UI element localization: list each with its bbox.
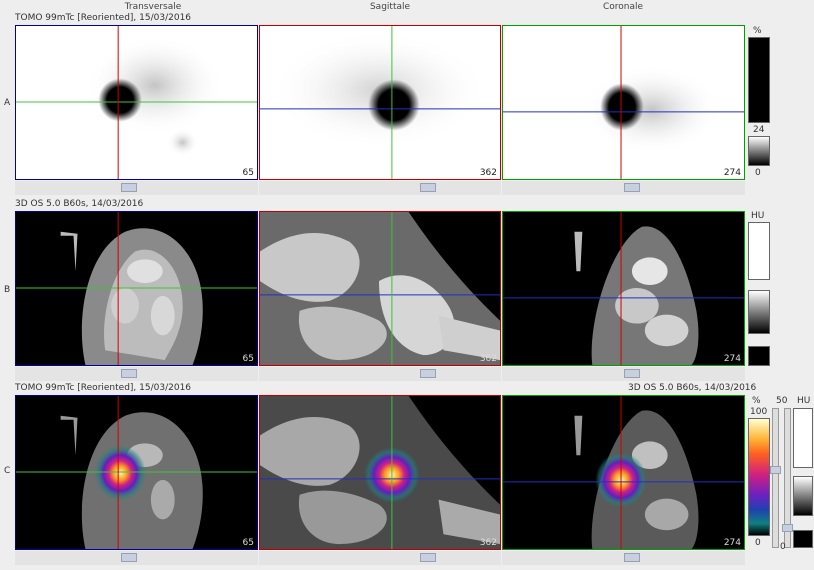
slice-slider-b-sagittale[interactable] [420,369,436,378]
slice-number-c-coronale: 274 [723,538,741,548]
colorbar-c-ct-lower [793,530,813,548]
ct-low-value: 0 [780,542,786,552]
window-slider-track [772,408,779,548]
slice-number-a-coronale: 274 [723,168,741,178]
slice-number-c-transversale: 65 [242,538,254,548]
fusion-sagittale-image [260,396,500,549]
fusion-transversale-image [16,396,257,549]
colorbar-c-low-value: 0 [755,538,761,548]
colorbar-c-top-value: 100 [750,407,768,417]
view-a-sagittale[interactable]: 362 [259,25,501,180]
colorbar-b-lower [748,346,770,366]
window-slider-handle[interactable] [770,466,781,474]
colorbar-a-unit: % [753,26,762,36]
colorbar-b-upper [748,222,770,280]
colorbar-a-low-value: 0 [755,168,761,178]
slider-track-a-sagittale [259,181,501,195]
column-title-sagittale: Sagittale [369,2,411,12]
colorbar-c-unit: % [752,396,761,406]
colorbar-b-gradient [748,290,770,334]
view-a-coronale[interactable]: 274 [502,25,745,180]
fusion-coronale-image [503,396,744,549]
view-a-transversale[interactable]: 65 [15,25,258,180]
ct-transversale-image [16,212,257,365]
slice-slider-c-coronale[interactable] [624,553,640,562]
row-a-caption: TOMO 99mTc [Reoriented], 15/03/2016 [15,13,192,23]
column-title-coronale: Coronale [602,2,644,12]
slider-track-c-sagittale [259,551,501,565]
colorbar-a-mid-value: 24 [753,125,765,135]
colorbar-c-ct-upper [793,408,813,468]
row-c-caption: TOMO 99mTc [Reoriented], 15/03/2016 [15,383,192,393]
view-c-coronale[interactable]: 274 [502,395,745,550]
slice-number-c-sagittale: 362 [479,538,497,548]
spect-transversale-image [16,26,257,179]
slice-slider-c-transversale[interactable] [121,553,137,562]
slice-number-b-transversale: 65 [242,354,254,364]
slice-slider-b-coronale[interactable] [624,369,640,378]
row-c-caption-right: 3D OS 5.0 B60s, 14/03/2016 [628,383,757,393]
row-a-label: A [4,98,11,108]
view-b-sagittale[interactable]: 362 [259,211,501,366]
slider-track-b-sagittale [259,367,501,381]
row-c-label: C [4,466,11,476]
level-slider-handle[interactable] [782,524,793,532]
ct-sagittale-image [260,212,500,365]
colorbar-c-ct-unit: HU [797,396,811,406]
colorbar-b-unit: HU [751,211,765,221]
colorbar-c-ct-gradient [793,476,813,516]
slice-number-a-sagittale: 362 [479,168,497,178]
view-c-sagittale[interactable]: 362 [259,395,501,550]
row-b-label: B [4,285,11,295]
ct-coronale-image [503,212,744,365]
window-value: 50 [776,396,788,406]
slice-slider-a-coronale[interactable] [624,183,640,192]
colorbar-a-lower [748,136,770,166]
row-b-caption: 3D OS 5.0 B60s, 14/03/2016 [15,199,144,209]
colorbar-a-upper [748,37,770,123]
spect-sagittale-image [260,26,500,179]
column-title-transversale: Transversale [124,2,182,12]
slice-number-a-transversale: 65 [242,168,254,178]
slice-number-b-coronale: 274 [723,354,741,364]
view-b-coronale[interactable]: 274 [502,211,745,366]
view-b-transversale[interactable]: 65 [15,211,258,366]
slice-slider-a-sagittale[interactable] [420,183,436,192]
slice-slider-b-transversale[interactable] [121,369,137,378]
slice-slider-c-sagittale[interactable] [420,553,436,562]
view-c-transversale[interactable]: 65 [15,395,258,550]
slice-slider-a-transversale[interactable] [121,183,137,192]
slice-number-b-sagittale: 362 [479,354,497,364]
spect-coronale-image [503,26,744,179]
colorbar-c-hot [748,418,770,536]
